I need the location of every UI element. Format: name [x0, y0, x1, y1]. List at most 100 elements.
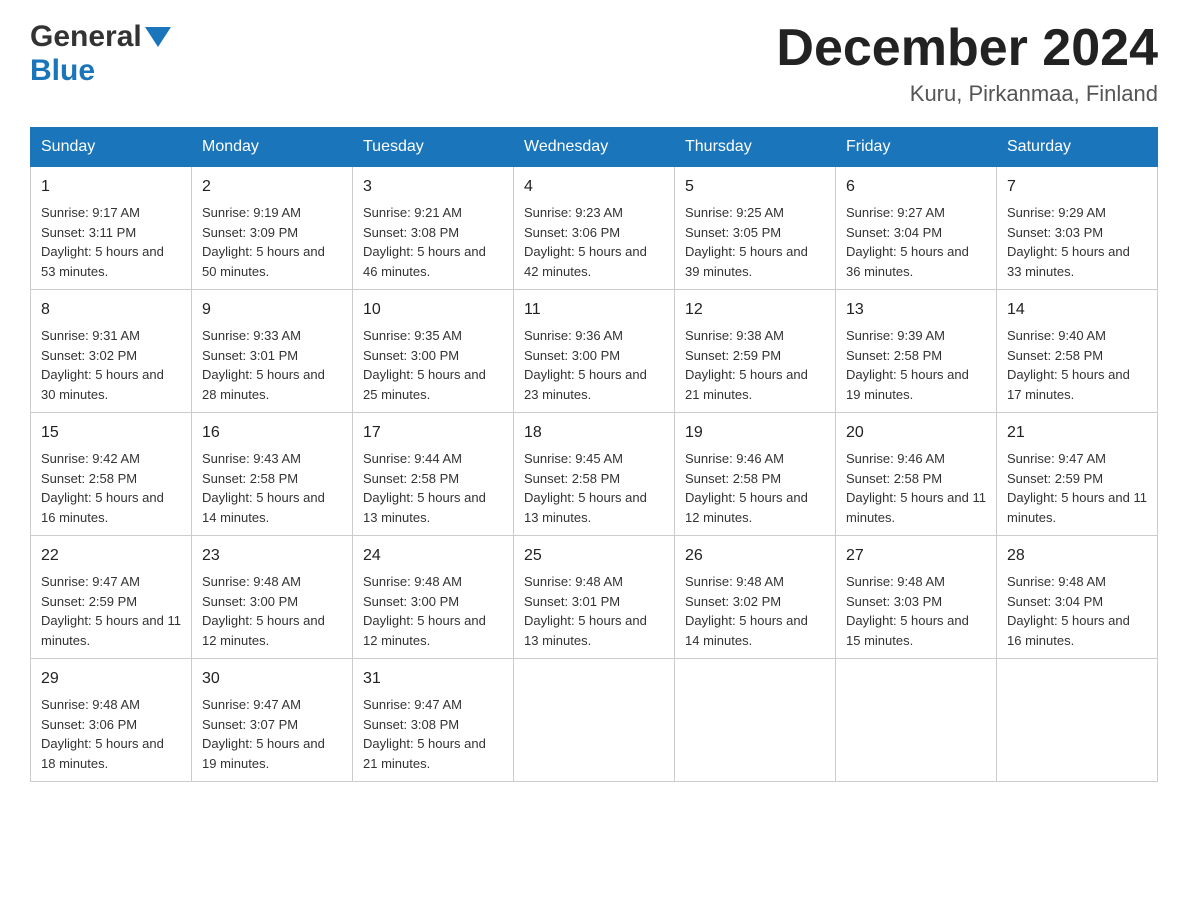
calendar-cell — [675, 659, 836, 782]
day-number: 17 — [363, 421, 503, 445]
day-number: 22 — [41, 544, 181, 568]
header-sunday: Sunday — [31, 128, 192, 167]
day-info: Sunrise: 9:17 AMSunset: 3:11 PMDaylight:… — [41, 205, 164, 279]
calendar-cell: 9 Sunrise: 9:33 AMSunset: 3:01 PMDayligh… — [192, 290, 353, 413]
day-number: 8 — [41, 298, 181, 322]
calendar-table: SundayMondayTuesdayWednesdayThursdayFrid… — [30, 127, 1158, 782]
week-row-4: 22 Sunrise: 9:47 AMSunset: 2:59 PMDaylig… — [31, 536, 1158, 659]
calendar-cell: 30 Sunrise: 9:47 AMSunset: 3:07 PMDaylig… — [192, 659, 353, 782]
header-wednesday: Wednesday — [514, 128, 675, 167]
day-number: 13 — [846, 298, 986, 322]
header-friday: Friday — [836, 128, 997, 167]
day-number: 9 — [202, 298, 342, 322]
calendar-cell: 14 Sunrise: 9:40 AMSunset: 2:58 PMDaylig… — [997, 290, 1158, 413]
calendar-cell: 5 Sunrise: 9:25 AMSunset: 3:05 PMDayligh… — [675, 167, 836, 290]
day-info: Sunrise: 9:44 AMSunset: 2:58 PMDaylight:… — [363, 451, 486, 525]
day-number: 6 — [846, 175, 986, 199]
day-info: Sunrise: 9:48 AMSunset: 3:04 PMDaylight:… — [1007, 574, 1130, 648]
day-number: 30 — [202, 667, 342, 691]
day-info: Sunrise: 9:48 AMSunset: 3:00 PMDaylight:… — [363, 574, 486, 648]
day-info: Sunrise: 9:29 AMSunset: 3:03 PMDaylight:… — [1007, 205, 1130, 279]
day-info: Sunrise: 9:25 AMSunset: 3:05 PMDaylight:… — [685, 205, 808, 279]
day-number: 31 — [363, 667, 503, 691]
header-saturday: Saturday — [997, 128, 1158, 167]
week-row-2: 8 Sunrise: 9:31 AMSunset: 3:02 PMDayligh… — [31, 290, 1158, 413]
day-info: Sunrise: 9:48 AMSunset: 3:00 PMDaylight:… — [202, 574, 325, 648]
calendar-cell: 16 Sunrise: 9:43 AMSunset: 2:58 PMDaylig… — [192, 413, 353, 536]
calendar-cell: 11 Sunrise: 9:36 AMSunset: 3:00 PMDaylig… — [514, 290, 675, 413]
day-number: 29 — [41, 667, 181, 691]
day-info: Sunrise: 9:47 AMSunset: 2:59 PMDaylight:… — [41, 574, 181, 648]
location: Kuru, Pirkanmaa, Finland — [776, 81, 1158, 107]
calendar-cell: 19 Sunrise: 9:46 AMSunset: 2:58 PMDaylig… — [675, 413, 836, 536]
calendar-cell: 12 Sunrise: 9:38 AMSunset: 2:59 PMDaylig… — [675, 290, 836, 413]
day-info: Sunrise: 9:23 AMSunset: 3:06 PMDaylight:… — [524, 205, 647, 279]
day-info: Sunrise: 9:33 AMSunset: 3:01 PMDaylight:… — [202, 328, 325, 402]
day-info: Sunrise: 9:39 AMSunset: 2:58 PMDaylight:… — [846, 328, 969, 402]
calendar-cell: 22 Sunrise: 9:47 AMSunset: 2:59 PMDaylig… — [31, 536, 192, 659]
calendar-cell — [997, 659, 1158, 782]
header-tuesday: Tuesday — [353, 128, 514, 167]
day-number: 27 — [846, 544, 986, 568]
calendar-header-row: SundayMondayTuesdayWednesdayThursdayFrid… — [31, 128, 1158, 167]
header-thursday: Thursday — [675, 128, 836, 167]
calendar-cell: 17 Sunrise: 9:44 AMSunset: 2:58 PMDaylig… — [353, 413, 514, 536]
week-row-5: 29 Sunrise: 9:48 AMSunset: 3:06 PMDaylig… — [31, 659, 1158, 782]
day-info: Sunrise: 9:21 AMSunset: 3:08 PMDaylight:… — [363, 205, 486, 279]
day-number: 7 — [1007, 175, 1147, 199]
calendar-cell: 20 Sunrise: 9:46 AMSunset: 2:58 PMDaylig… — [836, 413, 997, 536]
logo: General Blue — [30, 20, 171, 88]
week-row-3: 15 Sunrise: 9:42 AMSunset: 2:58 PMDaylig… — [31, 413, 1158, 536]
calendar-body: 1 Sunrise: 9:17 AMSunset: 3:11 PMDayligh… — [31, 167, 1158, 782]
day-info: Sunrise: 9:45 AMSunset: 2:58 PMDaylight:… — [524, 451, 647, 525]
day-info: Sunrise: 9:47 AMSunset: 3:07 PMDaylight:… — [202, 697, 325, 771]
day-info: Sunrise: 9:47 AMSunset: 3:08 PMDaylight:… — [363, 697, 486, 771]
day-info: Sunrise: 9:48 AMSunset: 3:06 PMDaylight:… — [41, 697, 164, 771]
logo-icon — [145, 27, 171, 52]
month-title: December 2024 — [776, 20, 1158, 77]
calendar-cell: 27 Sunrise: 9:48 AMSunset: 3:03 PMDaylig… — [836, 536, 997, 659]
day-number: 3 — [363, 175, 503, 199]
day-number: 28 — [1007, 544, 1147, 568]
calendar-cell: 8 Sunrise: 9:31 AMSunset: 3:02 PMDayligh… — [31, 290, 192, 413]
calendar-cell: 23 Sunrise: 9:48 AMSunset: 3:00 PMDaylig… — [192, 536, 353, 659]
day-number: 10 — [363, 298, 503, 322]
day-info: Sunrise: 9:48 AMSunset: 3:02 PMDaylight:… — [685, 574, 808, 648]
day-number: 2 — [202, 175, 342, 199]
day-number: 23 — [202, 544, 342, 568]
day-number: 18 — [524, 421, 664, 445]
day-info: Sunrise: 9:46 AMSunset: 2:58 PMDaylight:… — [846, 451, 986, 525]
page-header: General Blue December 2024 Kuru, Pirkanm… — [30, 20, 1158, 107]
calendar-cell: 25 Sunrise: 9:48 AMSunset: 3:01 PMDaylig… — [514, 536, 675, 659]
day-info: Sunrise: 9:31 AMSunset: 3:02 PMDaylight:… — [41, 328, 164, 402]
logo-blue-text: Blue — [30, 54, 95, 87]
calendar-cell: 4 Sunrise: 9:23 AMSunset: 3:06 PMDayligh… — [514, 167, 675, 290]
calendar-cell: 28 Sunrise: 9:48 AMSunset: 3:04 PMDaylig… — [997, 536, 1158, 659]
week-row-1: 1 Sunrise: 9:17 AMSunset: 3:11 PMDayligh… — [31, 167, 1158, 290]
calendar-cell — [836, 659, 997, 782]
day-number: 19 — [685, 421, 825, 445]
day-number: 11 — [524, 298, 664, 322]
calendar-cell: 13 Sunrise: 9:39 AMSunset: 2:58 PMDaylig… — [836, 290, 997, 413]
calendar-cell: 10 Sunrise: 9:35 AMSunset: 3:00 PMDaylig… — [353, 290, 514, 413]
day-info: Sunrise: 9:36 AMSunset: 3:00 PMDaylight:… — [524, 328, 647, 402]
calendar-cell: 21 Sunrise: 9:47 AMSunset: 2:59 PMDaylig… — [997, 413, 1158, 536]
day-info: Sunrise: 9:43 AMSunset: 2:58 PMDaylight:… — [202, 451, 325, 525]
calendar-cell: 18 Sunrise: 9:45 AMSunset: 2:58 PMDaylig… — [514, 413, 675, 536]
day-number: 16 — [202, 421, 342, 445]
calendar-cell: 6 Sunrise: 9:27 AMSunset: 3:04 PMDayligh… — [836, 167, 997, 290]
calendar-cell — [514, 659, 675, 782]
day-info: Sunrise: 9:35 AMSunset: 3:00 PMDaylight:… — [363, 328, 486, 402]
calendar-cell: 2 Sunrise: 9:19 AMSunset: 3:09 PMDayligh… — [192, 167, 353, 290]
calendar-cell: 31 Sunrise: 9:47 AMSunset: 3:08 PMDaylig… — [353, 659, 514, 782]
day-info: Sunrise: 9:42 AMSunset: 2:58 PMDaylight:… — [41, 451, 164, 525]
title-section: December 2024 Kuru, Pirkanmaa, Finland — [776, 20, 1158, 107]
day-number: 21 — [1007, 421, 1147, 445]
day-info: Sunrise: 9:46 AMSunset: 2:58 PMDaylight:… — [685, 451, 808, 525]
logo-general-text: General — [30, 20, 142, 54]
day-number: 24 — [363, 544, 503, 568]
day-number: 26 — [685, 544, 825, 568]
day-number: 14 — [1007, 298, 1147, 322]
day-info: Sunrise: 9:40 AMSunset: 2:58 PMDaylight:… — [1007, 328, 1130, 402]
day-info: Sunrise: 9:19 AMSunset: 3:09 PMDaylight:… — [202, 205, 325, 279]
